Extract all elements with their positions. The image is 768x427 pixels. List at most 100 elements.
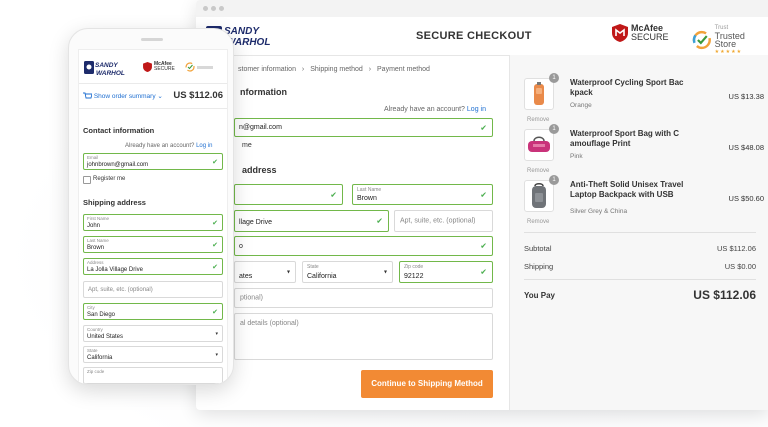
trusted-check-icon — [692, 30, 711, 50]
summary-divider — [524, 279, 756, 280]
item-variant: Silver Grey & China — [570, 208, 628, 215]
remove-item-link[interactable]: Remove — [527, 168, 549, 174]
continue-to-shipping-method-button[interactable]: Continue to Shipping Method — [361, 370, 493, 398]
register-checkbox[interactable] — [83, 176, 91, 184]
email-field[interactable]: Email johnbrown@gmail.com ✔ — [83, 153, 223, 170]
valid-check-icon: ✔ — [480, 123, 487, 132]
window-dot — [211, 6, 216, 11]
state-select[interactable]: State California ▾ — [83, 346, 223, 363]
first-name-field[interactable]: ✔ — [234, 184, 343, 205]
shipping-row: Shipping US $0.00 — [524, 262, 756, 271]
contact-information-heading: Contact information — [83, 126, 155, 135]
you-pay-row: You Pay US $112.06 — [524, 288, 756, 302]
login-link[interactable]: Log in — [196, 143, 212, 149]
address-field[interactable]: llage Drive ✔ — [234, 210, 389, 232]
have-account-prompt: Already have an account? Log in — [384, 106, 486, 113]
remove-item-link[interactable]: Remove — [527, 117, 549, 123]
login-link[interactable]: Log in — [467, 106, 486, 113]
phone-placeholder: ptional) — [240, 294, 263, 302]
mcafee-secure-badge: McAfee SECURE — [143, 62, 175, 72]
trusted-store-badge: Trust Trusted Store ★★★★★ — [692, 24, 768, 56]
window-dot — [219, 6, 224, 11]
breadcrumb-payment-method[interactable]: Payment method — [377, 66, 430, 73]
phone-field[interactable]: ptional) — [234, 288, 493, 308]
zip-code-field[interactable]: Zip code — [83, 367, 223, 384]
item-price: US $50.60 — [728, 194, 764, 203]
apt-suite-placeholder: Apt, suite, etc. (optional) — [88, 286, 153, 293]
valid-check-icon: ✔ — [480, 267, 487, 277]
quantity-badge: 1 — [549, 73, 559, 83]
email-field[interactable]: n@gmail.com ✔ — [234, 118, 493, 137]
mcafee-secure-text: SECURE — [631, 32, 669, 42]
product-thumbnail — [524, 180, 554, 212]
item-price: US $48.08 — [728, 143, 764, 152]
breadcrumb: stomer information › Shipping method › P… — [238, 66, 434, 73]
pink-sport-bag-image — [528, 136, 550, 152]
mcafee-secure-text: SECURE — [154, 66, 175, 72]
item-name: Waterproof Sport Bag with C amouflage Pr… — [570, 129, 680, 148]
last-name-label: Last Name — [357, 187, 382, 193]
grey-laptop-backpack-image — [532, 183, 546, 208]
city-label: City — [87, 305, 95, 310]
last-name-value: Brown — [357, 195, 377, 202]
sandy-warhol-logo[interactable]: SANDY WARHOL — [84, 59, 126, 77]
logo-text-bottom: WARHOL — [96, 70, 125, 77]
country-value: ates — [239, 273, 253, 280]
city-field[interactable]: City San Diego ✔ — [83, 303, 223, 320]
valid-check-icon: ✔ — [480, 190, 487, 199]
zip-code-field[interactable]: Zip code 92122 ✔ — [399, 261, 493, 283]
you-pay-label: You Pay — [524, 291, 555, 300]
order-summary-panel: 1 Remove Waterproof Cycling Sport Bac kp… — [509, 55, 768, 410]
secure-checkout-title: SECURE CHECKOUT — [416, 30, 532, 42]
mobile-screen: SANDY WARHOL McAfee SECURE Show order sum… — [78, 49, 228, 384]
country-select[interactable]: Country United States ▾ — [83, 325, 223, 342]
first-name-field[interactable]: First Name John ✔ — [83, 214, 223, 231]
breadcrumb-separator: › — [368, 66, 372, 73]
valid-check-icon: ✔ — [212, 219, 218, 227]
valid-check-icon: ✔ — [212, 241, 218, 249]
apt-suite-field[interactable]: Apt, suite, etc. (optional) — [394, 210, 493, 232]
mobile-order-total: US $112.06 — [173, 90, 223, 101]
first-name-label: First Name — [87, 216, 110, 221]
register-checkbox-label[interactable]: me — [242, 142, 252, 149]
apt-suite-placeholder: Apt, suite, etc. (optional) — [400, 217, 476, 225]
contact-information-heading: nformation — [240, 87, 287, 97]
dropdown-caret-icon: ▾ — [215, 330, 218, 337]
window-dot — [203, 6, 208, 11]
city-field[interactable]: o ✔ — [234, 236, 493, 256]
have-account-prompt: Already have an account? Log in — [125, 143, 212, 149]
have-account-text: Already have an account? — [384, 106, 465, 113]
valid-check-icon: ✔ — [480, 241, 487, 251]
breadcrumb-shipping-method[interactable]: Shipping method — [310, 66, 363, 73]
trusted-store-text: Trusted Store — [714, 31, 745, 49]
city-value: San Diego — [87, 312, 116, 318]
item-name: Waterproof Cycling Sport Bac kpack — [570, 78, 684, 97]
mcafee-secure-badge: McAfee SECURE — [612, 24, 669, 42]
show-order-summary-toggle[interactable]: Show order summary ⌄ US $112.06 — [83, 90, 223, 101]
additional-details-textarea[interactable]: al details (optional) — [234, 313, 493, 360]
trusted-check-icon — [185, 62, 195, 72]
remove-item-link[interactable]: Remove — [527, 219, 549, 225]
state-label: State — [87, 348, 98, 353]
country-select[interactable]: ates ▾ — [234, 261, 296, 283]
mcafee-shield-icon — [143, 62, 152, 72]
site-header: SANDY WARHOL SECURE CHECKOUT McAfee SECUR… — [196, 17, 768, 56]
email-value: n@gmail.com — [239, 124, 282, 131]
trusted-store-badge — [185, 62, 215, 72]
address-field[interactable]: Address La Jolla Village Drive ✔ — [83, 258, 223, 275]
apt-suite-field[interactable]: Apt, suite, etc. (optional) — [83, 281, 223, 298]
logo-text-top: SANDY — [95, 62, 118, 69]
state-select[interactable]: State California ▾ — [302, 261, 393, 283]
last-name-label: Last Name — [87, 238, 109, 243]
shipping-value: US $0.00 — [724, 262, 756, 271]
last-name-field[interactable]: Last Name Brown ✔ — [352, 184, 493, 205]
show-order-summary-label: Show order summary — [93, 93, 156, 100]
last-name-field[interactable]: Last Name Brown ✔ — [83, 236, 223, 253]
breadcrumb-customer-information[interactable]: stomer information — [238, 66, 296, 73]
first-name-value: John — [87, 223, 101, 229]
country-value: United States — [87, 334, 124, 340]
product-thumbnail — [524, 129, 554, 161]
last-name-value: Brown — [87, 245, 105, 251]
shipping-label: Shipping — [524, 262, 554, 271]
state-label: State — [307, 264, 319, 270]
